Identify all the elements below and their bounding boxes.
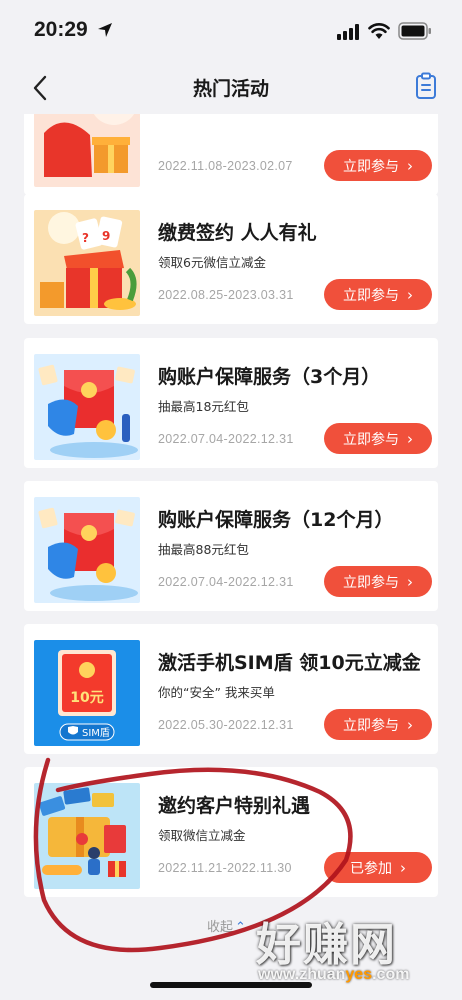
collapse-toggle[interactable]: 收起 ⌃ <box>207 916 246 935</box>
activity-thumbnail: ? 9 <box>34 210 140 316</box>
activity-thumbnail <box>34 354 140 460</box>
join-button[interactable]: 立即参与 › <box>324 423 432 454</box>
svg-text:9: 9 <box>102 229 110 243</box>
activity-card[interactable]: ? 9 缴费签约 人人有礼 领取6元微信立减金 2022.08.25-2023.… <box>24 194 438 324</box>
chevron-up-icon: ⌃ <box>235 920 246 935</box>
clipboard-icon[interactable] <box>414 72 438 100</box>
activity-date: 2022.07.04-2022.12.31 <box>158 575 294 589</box>
activity-thumbnail <box>34 114 140 187</box>
activity-date: 2022.07.04-2022.12.31 <box>158 432 294 446</box>
activity-card[interactable]: 购账户保障服务（12个月） 抽最高88元红包 2022.07.04-2022.1… <box>24 481 438 611</box>
join-button[interactable]: 立即参与 › <box>324 566 432 597</box>
activity-list: 2022.11.08-2023.02.07 立即参与 › ? 9 缴费签约 人人有… <box>0 114 462 1000</box>
activity-date: 2022.08.25-2023.03.31 <box>158 288 294 302</box>
red-envelope-shield-icon <box>34 497 140 603</box>
joined-button[interactable]: 已参加 › <box>324 852 432 883</box>
join-button-label: 立即参与 <box>343 431 399 448</box>
activity-subtitle: 你的“安全” 我来买单 <box>158 685 275 700</box>
activity-subtitle: 抽最高88元红包 <box>158 542 249 557</box>
gift-box-thumbnail-icon: ? 9 <box>34 210 140 316</box>
join-button[interactable]: 立即参与 › <box>324 279 432 310</box>
activity-title: 购账户保障服务（3个月） <box>158 366 381 388</box>
chevron-right-icon: › <box>407 572 413 591</box>
activity-card[interactable]: 2022.11.08-2023.02.07 立即参与 › <box>24 114 438 195</box>
location-arrow-icon <box>98 23 112 37</box>
invite-gift-thumbnail-icon <box>34 783 140 889</box>
activity-card[interactable]: 购账户保障服务（3个月） 抽最高18元红包 2022.07.04-2022.12… <box>24 338 438 468</box>
nav-bar: 热门活动 <box>0 62 462 114</box>
join-button[interactable]: 立即参与 › <box>324 709 432 740</box>
chevron-right-icon: › <box>400 858 406 877</box>
chevron-right-icon: › <box>407 285 413 304</box>
join-button-label: 立即参与 <box>343 287 399 304</box>
cellular-signal-icon <box>337 24 359 40</box>
activity-card[interactable]: 邀约客户特别礼遇 领取微信立减金 2022.11.21-2022.11.30 已… <box>24 767 438 897</box>
thumb-amount: 10元 <box>70 690 103 706</box>
svg-text:?: ? <box>82 231 89 245</box>
home-indicator[interactable] <box>150 982 312 988</box>
activity-date: 2022.11.21-2022.11.30 <box>158 861 292 875</box>
status-bar: 20:29 <box>0 0 462 62</box>
activity-title: 购账户保障服务（12个月） <box>158 509 394 531</box>
gift-thumbnail-icon <box>34 114 140 187</box>
battery-icon <box>398 22 431 40</box>
activity-subtitle: 抽最高18元红包 <box>158 399 249 414</box>
sim-shield-thumbnail-icon: 10元 SIM盾 <box>34 640 140 746</box>
watermark-brand: 好赚网 <box>256 918 398 971</box>
activity-thumbnail <box>34 783 140 889</box>
activity-title: 缴费签约 人人有礼 <box>158 222 317 244</box>
collapse-label: 收起 <box>207 920 234 935</box>
page-title: 热门活动 <box>192 78 269 100</box>
activity-card[interactable]: 10元 SIM盾 激活手机SIM盾 领10元立减金 你的“安全” 我来买单 20… <box>24 624 438 754</box>
wifi-icon <box>368 23 390 39</box>
activity-date: 2022.11.08-2023.02.07 <box>158 159 293 173</box>
chevron-right-icon: › <box>407 156 413 175</box>
activity-title: 激活手机SIM盾 领10元立减金 <box>158 652 421 674</box>
join-button-label: 立即参与 <box>343 574 399 591</box>
chevron-right-icon: › <box>407 715 413 734</box>
activity-date: 2022.05.30-2022.12.31 <box>158 718 294 732</box>
join-button-label: 已参加 <box>350 860 392 877</box>
join-button-label: 立即参与 <box>343 158 399 175</box>
activity-title: 邀约客户特别礼遇 <box>158 795 311 817</box>
join-button-label: 立即参与 <box>343 717 399 734</box>
activity-thumbnail <box>34 497 140 603</box>
join-button[interactable]: 立即参与 › <box>324 150 432 181</box>
activity-subtitle: 领取微信立减金 <box>158 828 246 843</box>
status-time: 20:29 <box>34 18 88 41</box>
activity-subtitle: 领取6元微信立减金 <box>158 255 266 270</box>
chevron-right-icon: › <box>407 429 413 448</box>
thumb-badge: SIM盾 <box>82 727 110 739</box>
activity-thumbnail: 10元 SIM盾 <box>34 640 140 746</box>
red-envelope-shield-icon <box>34 354 140 460</box>
